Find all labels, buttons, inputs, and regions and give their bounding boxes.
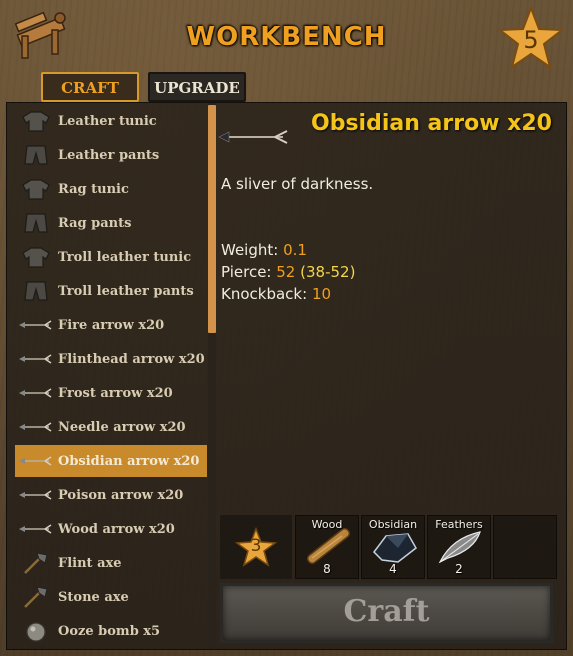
recipe-item[interactable]: Poison arrow x20 xyxy=(15,479,207,511)
arrow-icon xyxy=(218,130,288,144)
stat-value: 52 xyxy=(276,263,296,281)
recipe-item[interactable]: Ooze bomb x5 xyxy=(15,615,207,647)
stat-weight: Weight: 0.1 xyxy=(221,239,355,261)
recipe-item[interactable]: Frost arrow x20 xyxy=(15,377,207,409)
recipe-label: Obsidian arrow x20 xyxy=(58,453,200,469)
resource-count: 4 xyxy=(389,562,397,576)
item-title: Obsidian arrow x20 xyxy=(311,111,552,136)
arrow-icon xyxy=(19,388,52,398)
recipe-label: Ooze bomb x5 xyxy=(58,623,161,639)
resource-slot-wood: Wood 8 xyxy=(295,515,359,579)
feather-icon xyxy=(438,531,481,564)
crafting-panel: Leather tunic Leather pants Rag tunic Rag p… xyxy=(6,102,567,650)
tunic-icon xyxy=(22,247,50,268)
resource-slot-empty xyxy=(493,515,557,579)
recipe-item[interactable]: Leather tunic xyxy=(15,105,207,137)
recipe-label: Rag pants xyxy=(58,215,132,231)
craft-button[interactable]: Craft xyxy=(220,583,553,643)
recipe-label: Stone axe xyxy=(58,589,129,605)
resource-count: 2 xyxy=(455,562,463,576)
resource-name: Feathers xyxy=(435,518,483,531)
stat-value: 0.1 xyxy=(283,241,307,259)
arrow-icon xyxy=(19,524,52,534)
obsidian-icon xyxy=(373,533,417,563)
required-station-level: 3 xyxy=(220,515,292,579)
stat-pierce: Pierce: 52 (38-52) xyxy=(221,261,355,283)
bomb-icon xyxy=(26,622,46,642)
tunic-icon xyxy=(22,179,50,200)
recipe-label: Leather tunic xyxy=(58,113,157,129)
axe-icon xyxy=(24,552,48,574)
recipe-label: Flint axe xyxy=(58,555,122,571)
arrow-icon xyxy=(19,320,52,330)
stat-label: Weight: xyxy=(221,241,279,259)
pants-icon xyxy=(24,213,48,233)
recipe-list: Leather tunic Leather pants Rag tunic Rag p… xyxy=(15,105,207,649)
recipe-label: Poison arrow x20 xyxy=(58,487,184,503)
recipe-item[interactable]: Troll leather pants xyxy=(15,275,207,307)
stat-range: (38-52) xyxy=(300,263,356,281)
recipe-label: Leather pants xyxy=(58,147,160,163)
recipe-label: Fire arrow x20 xyxy=(58,317,165,333)
recipe-item[interactable]: Wood arrow x20 xyxy=(15,513,207,545)
recipe-item[interactable]: Stone axe xyxy=(15,581,207,613)
recipe-item[interactable]: Rag pants xyxy=(15,207,207,239)
recipe-label: Flinthead arrow x20 xyxy=(58,351,205,367)
tab-upgrade[interactable]: UPGRADE xyxy=(148,72,246,102)
item-stats: Weight: 0.1 Pierce: 52 (38-52) Knockback… xyxy=(221,239,355,305)
stat-value: 10 xyxy=(311,285,332,303)
tunic-icon xyxy=(22,111,50,132)
arrow-icon xyxy=(19,354,52,364)
recipe-item[interactable]: Flint axe xyxy=(15,547,207,579)
station-level-value: 5 xyxy=(523,26,539,54)
stat-label: Pierce: xyxy=(221,263,272,281)
resource-name: Obsidian xyxy=(368,518,418,531)
header: WORKBENCH 5 xyxy=(0,0,573,72)
tab-craft[interactable]: CRAFT xyxy=(41,72,139,102)
axe-icon xyxy=(24,586,48,608)
recipe-item[interactable]: Troll leather tunic xyxy=(15,241,207,273)
stat-label: Knockback: xyxy=(221,285,308,303)
scrollbar-thumb[interactable] xyxy=(208,105,216,333)
arrow-icon xyxy=(19,422,52,432)
page-title: WORKBENCH xyxy=(186,22,387,52)
recipe-label: Troll leather pants xyxy=(58,283,194,299)
wood-icon xyxy=(306,528,351,565)
recipe-label: Frost arrow x20 xyxy=(58,385,173,401)
recipe-item[interactable]: Fire arrow x20 xyxy=(15,309,207,341)
station-level-badge: 5 xyxy=(497,5,565,70)
resource-slot-feathers: Feathers 2 xyxy=(427,515,491,579)
recipe-item[interactable]: Obsidian arrow x20 xyxy=(15,445,207,477)
required-station-level-value: 3 xyxy=(250,536,262,556)
pants-icon xyxy=(24,281,48,301)
recipe-label: Rag tunic xyxy=(58,181,129,197)
resource-count: 8 xyxy=(323,562,331,576)
arrow-icon xyxy=(19,490,52,500)
resource-name: Wood xyxy=(311,518,343,531)
resource-slot-obsidian: Obsidian 4 xyxy=(361,515,425,579)
recipe-label: Needle arrow x20 xyxy=(58,419,186,435)
recipe-item[interactable]: Leather pants xyxy=(15,139,207,171)
recipe-item[interactable]: Rag tunic xyxy=(15,173,207,205)
stat-knockback: Knockback: 10 xyxy=(221,283,355,305)
recipe-label: Wood arrow x20 xyxy=(58,521,175,537)
item-description: A sliver of darkness. xyxy=(221,175,374,193)
pants-icon xyxy=(24,145,48,165)
recipe-item[interactable]: Flinthead arrow x20 xyxy=(15,343,207,375)
arrow-icon xyxy=(19,456,52,466)
recipe-item[interactable]: Needle arrow x20 xyxy=(15,411,207,443)
recipe-label: Troll leather tunic xyxy=(58,249,192,265)
